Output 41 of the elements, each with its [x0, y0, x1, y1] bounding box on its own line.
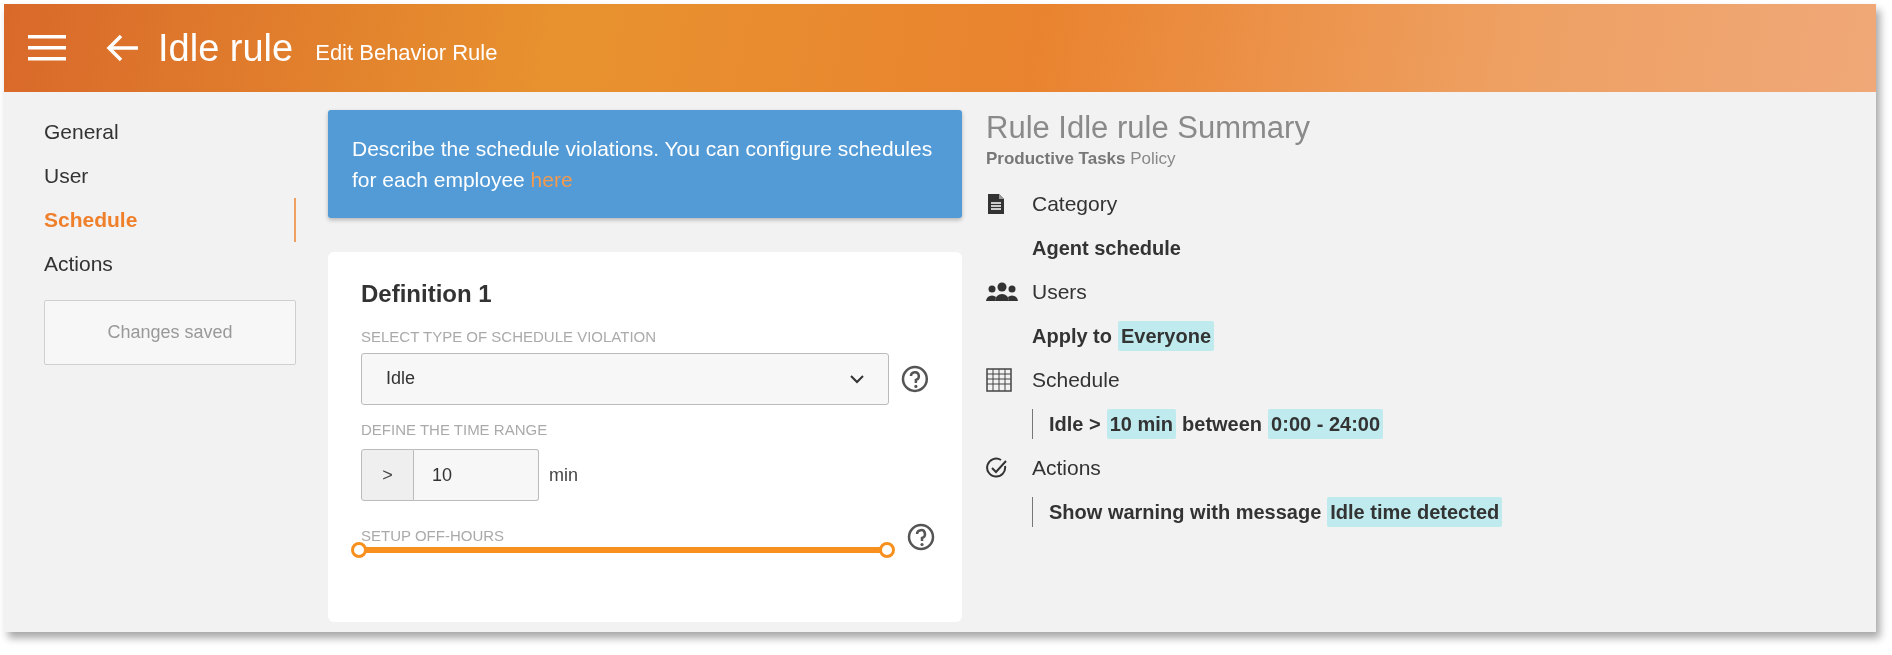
field-label: SELECT TYPE OF SCHEDULE VIOLATION — [361, 327, 658, 347]
check-circle-icon — [986, 456, 1008, 479]
sidebar-item[interactable]: General — [44, 110, 296, 154]
summary-text: Idle > — [1049, 411, 1101, 437]
highlighted-value: 0:00 - 24:00 — [1268, 408, 1384, 439]
field-label: SETUP OFF-HOURS — [361, 526, 505, 546]
highlighted-value: 10 min — [1106, 408, 1177, 439]
calendar-grid-icon — [986, 367, 1012, 392]
section-heading: Category — [1032, 190, 1118, 217]
document-icon — [986, 192, 1006, 215]
help-icon[interactable] — [901, 364, 929, 393]
slider-thumb[interactable] — [879, 542, 895, 558]
section-heading: Schedule — [1032, 366, 1120, 393]
definition-title: Definition 1 — [361, 279, 493, 309]
section-heading: Actions — [1032, 454, 1101, 481]
highlighted-value: Idle time detected — [1327, 496, 1503, 527]
summary-text: Show warning with message — [1049, 499, 1322, 525]
field-label: DEFINE THE TIME RANGE — [361, 419, 549, 440]
chevron-down-icon — [850, 373, 865, 384]
policy-text: Productive Tasks Policy — [986, 148, 1177, 170]
menu-icon[interactable] — [28, 34, 66, 62]
page-title: Idle rule — [158, 25, 294, 71]
unit-label: min — [549, 463, 578, 487]
back-arrow-icon[interactable] — [106, 34, 140, 62]
users-icon — [986, 280, 1018, 303]
sidebar-item[interactable]: User — [44, 154, 296, 198]
help-icon[interactable] — [907, 523, 935, 551]
slider-thumb[interactable] — [351, 542, 367, 558]
summary-text: Apply to — [1032, 323, 1112, 349]
highlighted-value: Everyone — [1118, 320, 1215, 351]
info-text: Describe the schedule violations. You can configure schedules for each employee here — [352, 136, 934, 193]
minutes-input[interactable]: 10 — [414, 449, 539, 501]
changes-saved-status: Changes saved — [44, 300, 296, 365]
summary-text: Agent schedule — [1032, 235, 1181, 261]
page-subtitle: Edit Behavior Rule — [315, 38, 498, 67]
sidebar-item[interactable]: Actions — [44, 242, 296, 286]
section-heading: Users — [1032, 278, 1087, 305]
summary-title: Rule Idle rule Summary — [986, 110, 1311, 146]
operator-addon: > — [361, 449, 414, 501]
summary-text: between — [1182, 411, 1263, 437]
violation-type-select[interactable]: Idle — [361, 352, 890, 405]
